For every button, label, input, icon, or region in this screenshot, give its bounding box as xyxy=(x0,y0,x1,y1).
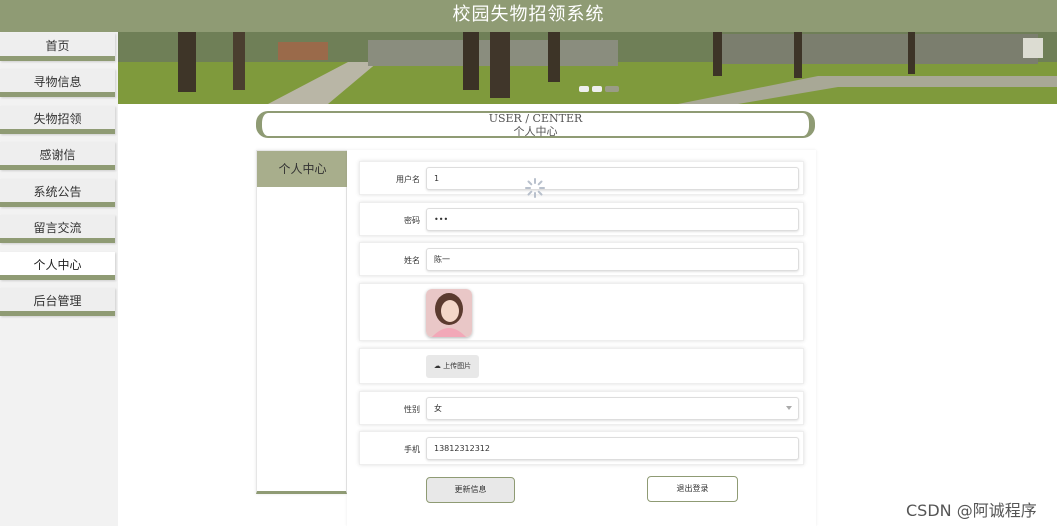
gender-row: 性别 女 xyxy=(359,391,804,425)
name-row: 姓名 陈一 xyxy=(359,242,804,276)
gender-value: 女 xyxy=(434,404,442,413)
carousel-dot[interactable] xyxy=(579,86,589,92)
gender-select[interactable]: 女 xyxy=(426,397,799,420)
app-header: 校园失物招领系统 xyxy=(0,0,1057,32)
loading-spinner-icon xyxy=(525,178,545,198)
user-center-menu: 个人中心 xyxy=(256,150,348,494)
section-title-en: USER / CENTER xyxy=(488,112,583,125)
password-field[interactable]: ••• xyxy=(426,208,799,231)
name-label: 姓名 xyxy=(404,256,420,265)
password-label: 密码 xyxy=(404,216,420,225)
upload-button-label: 上传图片 xyxy=(443,362,472,370)
name-field[interactable]: 陈一 xyxy=(426,248,799,271)
campus-banner-image xyxy=(118,32,1057,104)
carousel-dot-active[interactable] xyxy=(605,86,619,92)
nav-admin[interactable]: 后台管理 xyxy=(0,288,115,316)
nav-thanks-letters[interactable]: 感谢信 xyxy=(0,142,115,170)
avatar[interactable] xyxy=(426,289,472,337)
app-title: 校园失物招领系统 xyxy=(452,4,605,25)
phone-label: 手机 xyxy=(404,445,420,454)
gender-label: 性别 xyxy=(404,405,420,414)
password-row: 密码 ••• xyxy=(359,202,804,236)
nav-found-items[interactable]: 失物招领 xyxy=(0,106,115,134)
banner-carousel-dots xyxy=(579,86,619,92)
phone-field[interactable]: 13812312312 xyxy=(426,437,799,460)
tab-user-center[interactable]: 个人中心 xyxy=(257,151,348,187)
username-field[interactable]: 1 xyxy=(426,167,799,190)
username-label: 用户名 xyxy=(396,175,420,184)
section-title-cn: 个人中心 xyxy=(513,125,558,138)
sidebar: 首页 寻物信息 失物招领 感谢信 系统公告 留言交流 个人中心 后台管理 xyxy=(0,32,118,526)
upload-image-button[interactable]: ☁ 上传图片 xyxy=(426,355,479,378)
chevron-down-icon xyxy=(786,406,792,410)
username-row: 用户名 1 xyxy=(359,161,804,195)
nav-messages[interactable]: 留言交流 xyxy=(0,215,115,243)
carousel-dot[interactable] xyxy=(592,86,602,92)
watermark: CSDN @阿诚程序 xyxy=(906,501,1037,520)
logout-button[interactable]: 退出登录 xyxy=(647,476,738,502)
avatar-row xyxy=(359,283,804,341)
nav-home[interactable]: 首页 xyxy=(0,33,115,61)
profile-form: 用户名 1 密码 ••• 姓名 陈一 ☁ 上传图片 性别 女 手机 138123… xyxy=(347,150,816,526)
nav-lost-items[interactable]: 寻物信息 xyxy=(0,69,115,97)
update-info-button[interactable]: 更新信息 xyxy=(426,477,515,503)
nav-user-center[interactable]: 个人中心 xyxy=(0,252,115,280)
cloud-upload-icon: ☁ xyxy=(433,362,441,370)
section-title: USER / CENTER 个人中心 xyxy=(256,111,815,138)
nav-announcements[interactable]: 系统公告 xyxy=(0,179,115,207)
phone-row: 手机 13812312312 xyxy=(359,431,804,465)
upload-row: ☁ 上传图片 xyxy=(359,348,804,384)
